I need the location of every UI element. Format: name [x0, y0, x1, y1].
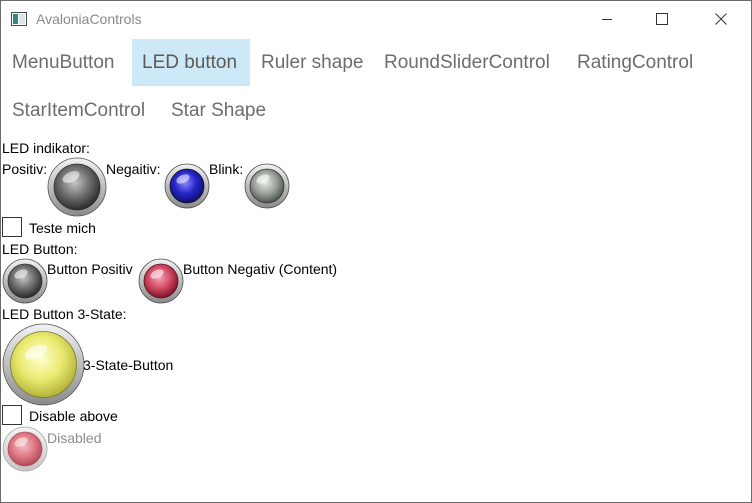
led-button-heading: LED Button: — [2, 241, 78, 257]
led-button-negative-label[interactable]: Button Negativ (Content) — [183, 261, 337, 277]
blink-label: Blink: — [209, 161, 244, 177]
led-button-page: LED indikator: Positiv: Negaitiv: Blink:… — [1, 1, 751, 502]
led-3state-heading: LED Button 3-State: — [2, 306, 127, 322]
positive-label: Positiv: — [2, 161, 48, 177]
led-3state-label[interactable]: 3-State-Button — [83, 357, 173, 373]
disabled-label: Disabled — [47, 430, 102, 446]
disable-checkbox[interactable] — [2, 405, 22, 425]
led-disabled-button — [2, 426, 48, 472]
test-checkbox-label[interactable]: Teste mich — [29, 220, 96, 236]
led-3state-button[interactable] — [2, 323, 85, 406]
led-button-positive[interactable] — [2, 258, 48, 304]
test-checkbox[interactable] — [2, 217, 22, 237]
led-indicator-heading: LED indikator: — [2, 140, 90, 156]
app-window: AvaloniaControls MenuButton LED button R… — [0, 0, 752, 503]
led-button-positive-label[interactable]: Button Positiv — [47, 261, 133, 277]
led-blink-indicator — [244, 163, 290, 209]
led-negative-indicator — [164, 163, 210, 209]
disable-checkbox-label[interactable]: Disable above — [29, 408, 118, 424]
led-button-negative[interactable] — [138, 258, 184, 304]
led-positive-indicator — [47, 157, 107, 217]
negative-label: Negaitiv: — [106, 161, 161, 177]
